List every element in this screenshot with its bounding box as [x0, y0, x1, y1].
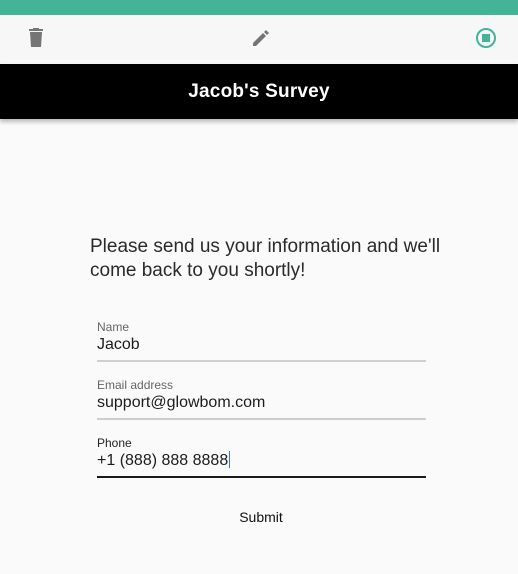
name-field[interactable]: Name Jacob — [97, 320, 426, 362]
trash-icon — [29, 28, 43, 47]
stop-button[interactable] — [474, 26, 498, 50]
email-field-label: Email address — [97, 378, 174, 392]
name-field-value[interactable]: Jacob — [97, 335, 426, 355]
name-field-label: Name — [97, 320, 130, 334]
submit-button[interactable]: Submit — [221, 505, 301, 529]
page-title: Jacob's Survey — [188, 80, 330, 102]
phone-field-value: +1 (888) 888 8888 — [97, 452, 229, 469]
phone-field-underline — [97, 476, 426, 478]
text-caret — [229, 451, 231, 468]
top-accent-bar — [0, 0, 518, 15]
stop-circle-icon — [476, 28, 496, 48]
phone-field-input[interactable]: +1 (888) 888 8888 — [97, 451, 426, 471]
email-field[interactable]: Email address support@glowbom.com — [97, 378, 426, 420]
name-field-underline — [97, 360, 426, 362]
phone-field[interactable]: Phone +1 (888) 888 8888 — [97, 436, 426, 478]
toolbar — [0, 15, 518, 64]
email-field-underline — [97, 418, 426, 420]
form-prompt: Please send us your information and we'l… — [90, 236, 441, 281]
email-field-value[interactable]: support@glowbom.com — [97, 393, 426, 413]
delete-button[interactable] — [24, 26, 48, 50]
phone-field-label: Phone — [97, 436, 132, 450]
app-header: Jacob's Survey — [0, 64, 518, 119]
edit-button[interactable] — [249, 26, 273, 50]
pencil-icon — [253, 30, 269, 46]
